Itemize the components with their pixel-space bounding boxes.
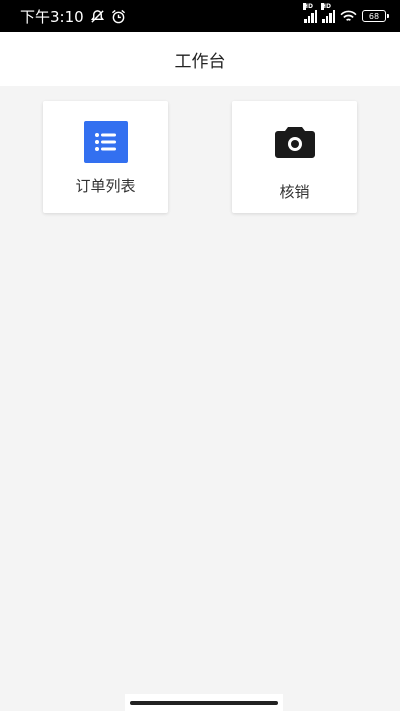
signal-icon: HD [321,3,335,23]
wifi-icon [340,10,357,21]
signal-icon: HD [303,3,317,23]
list-icon [83,121,128,163]
order-list-label: 订单列表 [75,177,136,195]
verify-label: 核销 [279,183,310,201]
home-bar-area [125,694,283,711]
hd-label: HD [303,3,314,10]
status-right: HD HD 68 [303,3,389,23]
status-left: 下午3:10 [20,6,126,27]
battery-icon: 68 [362,10,389,22]
order-list-card[interactable]: 订单列表 [43,101,168,213]
battery-level: 68 [368,11,380,21]
mute-icon [90,9,104,23]
camera-icon [273,121,317,163]
status-time: 下午3:10 [20,7,84,26]
home-indicator[interactable] [130,700,278,705]
verify-card[interactable]: 核销 [232,101,357,213]
hd-label: HD [321,3,332,10]
status-bar: 下午3:10 HD HD 68 [0,0,400,32]
alarm-icon [111,9,125,23]
page-title: 工作台 [174,51,226,72]
nav-bar: 工作台 [0,32,400,86]
